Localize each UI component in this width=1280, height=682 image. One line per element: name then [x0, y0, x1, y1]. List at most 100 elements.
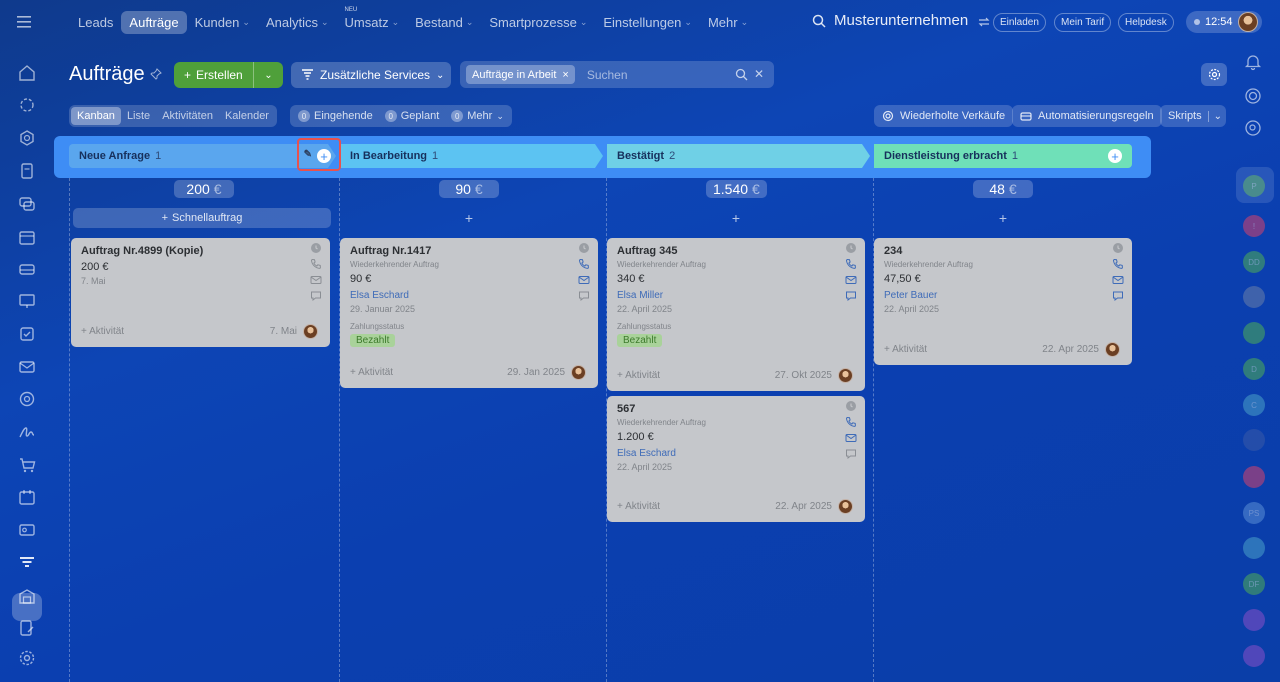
chevron-down-icon[interactable]: ⌄ [1207, 110, 1222, 122]
card-title[interactable]: Auftrag Nr.1417 [350, 245, 588, 257]
my-plan-button[interactable]: Mein Tarif [1054, 13, 1112, 32]
right-rail-item[interactable] [1243, 286, 1265, 308]
counter-mehr[interactable]: 0 Mehr ⌄ [451, 110, 504, 122]
phone-icon[interactable] [845, 416, 857, 428]
card-title[interactable]: 567 [617, 403, 855, 415]
right-rail-item[interactable] [1243, 466, 1265, 488]
nav-einstellungen[interactable]: Einstellungen ⌄ [595, 11, 700, 34]
tab-kalender[interactable]: Kalender [219, 107, 275, 125]
tab-kanban[interactable]: Kanban [71, 107, 121, 125]
clear-search-icon[interactable]: ✕ [754, 67, 764, 81]
card-client-link[interactable]: Peter Bauer [884, 290, 1122, 301]
automation-rules-button[interactable]: Automatisierungsregeln [1012, 105, 1162, 127]
repeat-sales-button[interactable]: Wiederholte Verkäufe [874, 105, 1014, 127]
mail-icon[interactable] [1112, 274, 1124, 286]
right-rail-item[interactable]: ! [1243, 215, 1265, 237]
add-card-button[interactable]: + [874, 208, 1132, 228]
mail-icon[interactable] [17, 357, 37, 377]
right-rail-item[interactable] [1243, 322, 1265, 344]
nav-leads[interactable]: Leads [70, 11, 121, 34]
nav-aufträge[interactable]: Aufträge [121, 10, 187, 34]
nav-analytics[interactable]: Analytics ⌄ [258, 11, 337, 34]
right-rail-item[interactable] [1243, 429, 1265, 451]
hamburger-menu-icon[interactable] [17, 14, 35, 30]
warehouse-icon[interactable] [17, 586, 37, 606]
phone-icon[interactable] [845, 258, 857, 270]
responsible-avatar[interactable] [838, 368, 853, 383]
stage-header[interactable]: Bestätigt 2 [607, 144, 870, 168]
search-input[interactable] [586, 67, 707, 82]
right-rail-item[interactable] [1243, 609, 1265, 631]
helpdesk-button[interactable]: Helpdesk [1118, 13, 1174, 32]
invite-button[interactable]: Einladen [993, 13, 1046, 32]
card-title[interactable]: Auftrag 345 [617, 245, 855, 257]
clock-icon[interactable] [578, 242, 590, 254]
clock-icon[interactable] [845, 400, 857, 412]
responsible-avatar[interactable] [303, 324, 318, 339]
mail-icon[interactable] [845, 274, 857, 286]
swap-icon[interactable] [978, 16, 990, 28]
id-card-icon[interactable] [17, 520, 37, 540]
clock-icon[interactable] [1112, 242, 1124, 254]
responsible-avatar[interactable] [1105, 342, 1120, 357]
kanban-card[interactable]: Auftrag 345 Wiederkehrender Auftrag 340 € E… [607, 238, 865, 391]
document-icon[interactable] [17, 161, 37, 181]
clock-widget[interactable]: 12:54 [1186, 11, 1262, 33]
gear-icon[interactable] [17, 648, 37, 668]
close-icon[interactable]: × [562, 69, 568, 81]
chat-icon[interactable] [845, 290, 857, 302]
nav-mehr[interactable]: Mehr ⌄ [700, 11, 756, 34]
right-rail-item[interactable]: DD [1243, 251, 1265, 273]
scripts-button[interactable]: Skripts ⌄ [1160, 105, 1227, 127]
right-rail-item[interactable]: D [1243, 358, 1265, 380]
right-rail-item[interactable] [1243, 645, 1265, 667]
mail-icon[interactable] [845, 432, 857, 444]
mail-icon[interactable] [310, 274, 322, 286]
tab-liste[interactable]: Liste [121, 107, 156, 125]
home-icon[interactable] [17, 63, 37, 83]
right-rail-item[interactable]: DF [1243, 573, 1265, 595]
create-button[interactable]: + Erstellen ⌄ [174, 62, 283, 88]
chat-icon[interactable] [578, 290, 590, 302]
signature-icon[interactable] [17, 422, 37, 442]
calendar-icon[interactable] [17, 227, 37, 247]
company-search[interactable]: Musterunternehmen [812, 12, 968, 29]
card-client-link[interactable]: Elsa Eschard [350, 290, 588, 301]
nav-smartprozesse[interactable]: Smartprozesse ⌄ [481, 11, 595, 34]
chat-search-icon[interactable] [1244, 119, 1262, 137]
edit-document-icon[interactable] [17, 618, 37, 638]
board-icon[interactable] [17, 291, 37, 311]
add-activity-link[interactable]: + Aktivität [350, 367, 393, 378]
clock-icon[interactable] [845, 242, 857, 254]
stage-header[interactable]: Dienstleistung erbracht 1 + [874, 144, 1132, 168]
add-stage-icon[interactable]: + [1108, 149, 1122, 164]
settings-button[interactable] [1201, 63, 1227, 86]
target-icon[interactable] [17, 389, 37, 409]
copilot-icon[interactable] [1244, 87, 1262, 105]
stage-header[interactable]: In Bearbeitung 1 [340, 144, 603, 168]
nav-kunden[interactable]: Kunden ⌄ [187, 11, 258, 34]
card-client-link[interactable]: Elsa Eschard [617, 448, 855, 459]
card-client-link[interactable]: Elsa Miller [617, 290, 855, 301]
search-bar[interactable]: Aufträge in Arbeit × ✕ [460, 61, 774, 88]
card-title[interactable]: Auftrag Nr.4899 (Kopie) [81, 245, 320, 257]
hexagon-icon[interactable] [17, 128, 37, 148]
funnel-icon[interactable] [17, 553, 37, 573]
additional-services-button[interactable]: Zusätzliche Services ⌄ [291, 62, 451, 88]
kanban-card[interactable]: 234 Wiederkehrender Auftrag 47,50 € Peter B… [874, 238, 1132, 365]
counter-eingehende[interactable]: 0 Eingehende [298, 110, 373, 122]
stage-header[interactable]: Neue Anfrage 1 ✎ + [69, 144, 336, 168]
right-rail-item[interactable]: PS [1243, 502, 1265, 524]
bell-icon[interactable] [1244, 53, 1262, 71]
crm-icon[interactable] [17, 95, 37, 115]
kanban-card[interactable]: 567 Wiederkehrender Auftrag 1.200 € Elsa Es… [607, 396, 865, 522]
nav-umsatz[interactable]: NEU Umsatz ⌄ [337, 7, 408, 34]
schedule-icon[interactable] [17, 487, 37, 507]
chat-icon[interactable] [17, 194, 37, 214]
chat-icon[interactable] [310, 290, 322, 302]
add-activity-link[interactable]: + Aktivität [617, 370, 660, 381]
counter-geplant[interactable]: 0 Geplant [384, 110, 439, 122]
card-title[interactable]: 234 [884, 245, 1122, 257]
pin-icon[interactable] [150, 68, 162, 80]
create-dropdown-chevron-icon[interactable]: ⌄ [254, 70, 283, 81]
